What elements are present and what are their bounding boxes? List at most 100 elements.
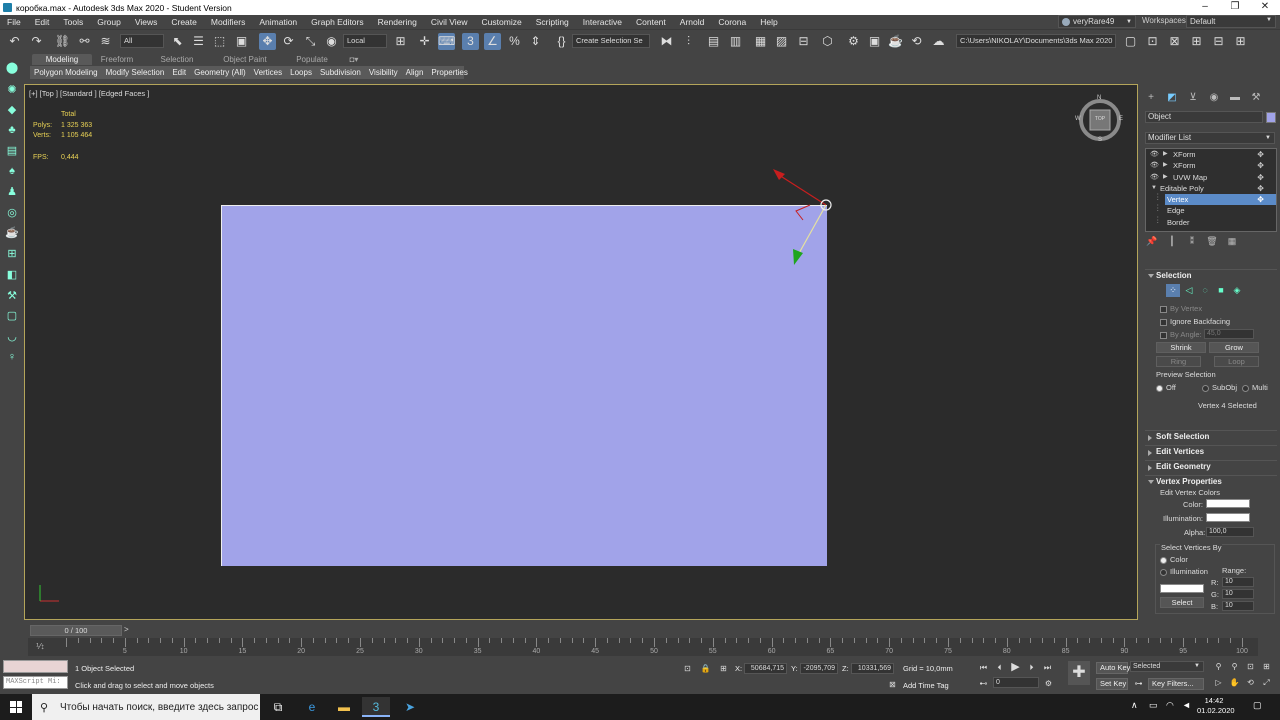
border-mode-icon[interactable]: ◌ bbox=[1198, 284, 1212, 297]
range-r-spinner[interactable]: 10 bbox=[1222, 577, 1254, 587]
key-filter-mode-icon[interactable]: ⊶ bbox=[1132, 677, 1145, 690]
ribbon-visibility[interactable]: Visibility bbox=[365, 68, 402, 77]
remove-modifier-icon[interactable]: 🗑 bbox=[1205, 236, 1219, 248]
stack-item-xform[interactable]: 👁 ▶ XForm ✥ bbox=[1146, 149, 1276, 160]
show-end-result-icon[interactable]: ┃ bbox=[1165, 236, 1179, 248]
edit-named-selection-icon[interactable]: {} bbox=[553, 33, 570, 50]
stack-subitem-edge[interactable]: ⋮ Edge bbox=[1146, 203, 1276, 216]
user-account-dropdown[interactable]: veryRare49 ▼ bbox=[1058, 15, 1136, 28]
tab-object-paint[interactable]: Object Paint bbox=[214, 54, 276, 65]
schematic-view-icon[interactable]: ⊟ bbox=[795, 33, 812, 50]
set-key-button[interactable]: Set Key bbox=[1096, 678, 1128, 690]
reference-coordinate-dropdown[interactable]: Local bbox=[343, 34, 387, 48]
ring-button[interactable]: Ring bbox=[1156, 356, 1201, 367]
rendered-frame-window-icon[interactable]: ▣ bbox=[866, 33, 883, 50]
select-object-icon[interactable]: ⬉ bbox=[169, 33, 186, 50]
close-icon[interactable]: ✕ bbox=[1250, 0, 1280, 15]
selection-rollout-header[interactable]: Selection bbox=[1145, 269, 1277, 281]
stack-item-editable-poly[interactable]: ▼ Editable Poly ✥ bbox=[1146, 183, 1276, 194]
select-and-scale-icon[interactable]: ⤡ bbox=[302, 33, 319, 50]
render-in-cloud-icon[interactable]: ☁ bbox=[930, 33, 947, 50]
auto-key-button[interactable]: Auto Key bbox=[1096, 662, 1130, 674]
vertex-mode-icon[interactable]: ⁘ bbox=[1166, 284, 1180, 297]
edge-mode-icon[interactable]: ◁ bbox=[1182, 284, 1196, 297]
toolbar-extra2-icon[interactable]: ⊞ bbox=[1232, 33, 1249, 50]
container-icon[interactable]: ⊡ bbox=[1144, 33, 1161, 50]
orbit-icon[interactable]: ⟲ bbox=[1244, 676, 1257, 689]
polygon-mode-icon[interactable]: ■ bbox=[1214, 284, 1228, 297]
menu-edit[interactable]: Edit bbox=[28, 17, 57, 27]
expand-icon[interactable]: ▶ bbox=[1163, 149, 1168, 160]
ribbon-polygon-modeling[interactable]: Polygon Modeling bbox=[30, 68, 102, 77]
foliage-icon[interactable]: ♣ bbox=[4, 123, 20, 137]
taskbar-clock[interactable]: 14:42 01.02.2020 bbox=[1197, 696, 1235, 716]
box-icon[interactable]: ▢ bbox=[4, 309, 20, 323]
edge-browser-icon[interactable]: e bbox=[298, 697, 326, 717]
workspaces-dropdown[interactable]: Default ▼ bbox=[1186, 15, 1276, 28]
soft-selection-rollout-header[interactable]: Soft Selection bbox=[1145, 430, 1277, 442]
by-angle-checkbox[interactable]: By Angle: bbox=[1160, 330, 1202, 339]
alpha-spinner[interactable]: 100,0 bbox=[1206, 527, 1254, 537]
expand-icon[interactable]: ▶ bbox=[1163, 172, 1168, 183]
selected-box-object[interactable] bbox=[221, 205, 827, 566]
motion-tab-icon[interactable]: ◉ bbox=[1208, 92, 1220, 104]
menu-modifiers[interactable]: Modifiers bbox=[204, 17, 252, 27]
by-vertex-checkbox[interactable]: By Vertex bbox=[1160, 304, 1202, 313]
tab-populate[interactable]: Populate bbox=[284, 54, 340, 65]
menu-civil-view[interactable]: Civil View bbox=[424, 17, 475, 27]
absolute-mode-icon[interactable]: ⊞ bbox=[717, 662, 730, 675]
hierarchy-tab-icon[interactable]: ⊻ bbox=[1187, 92, 1199, 104]
menu-views[interactable]: Views bbox=[128, 17, 165, 27]
preview-multi-radio[interactable]: Multi bbox=[1242, 383, 1268, 392]
figure-icon[interactable]: ♟ bbox=[4, 185, 20, 199]
move-gizmo[interactable] bbox=[765, 161, 835, 271]
vertex-properties-rollout-header[interactable]: Vertex Properties bbox=[1145, 475, 1277, 487]
layer-explorer-icon[interactable]: ▥ bbox=[727, 33, 744, 50]
stack-subitem-vertex[interactable]: ⋮ Vertex ✥ bbox=[1146, 192, 1276, 206]
render-production-icon[interactable]: ☕ bbox=[887, 33, 904, 50]
modifier-list-dropdown[interactable]: Modifier List ▼ bbox=[1145, 132, 1275, 144]
menu-tools[interactable]: Tools bbox=[56, 17, 90, 27]
file-explorer-icon[interactable]: ▬ bbox=[330, 697, 358, 717]
add-time-tag[interactable]: Add Time Tag bbox=[903, 681, 949, 690]
isolate-selection-icon[interactable]: ⊡ bbox=[681, 662, 694, 675]
track-view-icon[interactable]: ⊠ bbox=[1166, 33, 1183, 50]
object-color-swatch[interactable] bbox=[1266, 112, 1276, 123]
modifier-stack[interactable]: 👁 ▶ XForm ✥ 👁 ▶ XForm ✥ 👁 ▶ UVW Map ✥ ▼ Editable P… bbox=[1145, 148, 1277, 232]
grow-button[interactable]: Grow bbox=[1209, 342, 1259, 353]
telegram-icon[interactable]: ➤ bbox=[396, 697, 424, 717]
start-button[interactable] bbox=[0, 694, 32, 720]
key-mode-icon[interactable]: ⊷ bbox=[977, 677, 990, 690]
panel-icon[interactable]: ◧ bbox=[4, 268, 20, 282]
named-selection-dropdown[interactable]: Create Selection Se bbox=[572, 34, 650, 48]
menu-group[interactable]: Group bbox=[90, 17, 128, 27]
render-iterative-icon[interactable]: ⟲ bbox=[908, 33, 925, 50]
bulb-icon[interactable]: ♀ bbox=[4, 350, 20, 364]
maximize-viewport-icon[interactable]: ⤢ bbox=[1260, 676, 1273, 689]
z-coordinate-field[interactable]: 10331,569 bbox=[851, 663, 894, 674]
window-crossing-icon[interactable]: ▣ bbox=[233, 33, 250, 50]
pivot-center-icon[interactable]: ⊞ bbox=[392, 33, 409, 50]
menu-scripting[interactable]: Scripting bbox=[529, 17, 576, 27]
ribbon-align[interactable]: Align bbox=[402, 68, 428, 77]
go-to-end-icon[interactable]: ⏭ bbox=[1041, 661, 1054, 674]
camera-icon[interactable]: ◎ bbox=[4, 206, 20, 220]
play-icon[interactable]: ▶ bbox=[1009, 661, 1022, 674]
menu-create[interactable]: Create bbox=[164, 17, 204, 27]
toolbar-extra-icon[interactable]: ⊟ bbox=[1210, 33, 1227, 50]
maxscript-mini-input[interactable]: MAXScript Mi: bbox=[3, 676, 68, 689]
previous-frame-icon[interactable]: ⏴ bbox=[993, 661, 1006, 674]
select-by-color-radio[interactable]: Color bbox=[1160, 555, 1188, 564]
select-by-color-button[interactable]: Select bbox=[1160, 597, 1204, 608]
viewcube[interactable]: TOP N S W E bbox=[1075, 95, 1123, 143]
range-b-spinner[interactable]: 10 bbox=[1222, 601, 1254, 611]
set-key-big-icon[interactable]: ✚ bbox=[1068, 661, 1090, 685]
select-and-place-icon[interactable]: ◉ bbox=[323, 33, 340, 50]
maximize-icon[interactable]: ❐ bbox=[1220, 0, 1250, 15]
shrink-button[interactable]: Shrink bbox=[1156, 342, 1206, 353]
tray-monitor-icon[interactable]: ▭ bbox=[1149, 700, 1158, 711]
zoom-extents-icon[interactable]: ⊡ bbox=[1244, 660, 1257, 673]
align-icon[interactable]: ⫶ bbox=[680, 33, 697, 50]
wrench-icon[interactable]: ⚒ bbox=[4, 289, 20, 303]
range-g-spinner[interactable]: 10 bbox=[1222, 589, 1254, 599]
